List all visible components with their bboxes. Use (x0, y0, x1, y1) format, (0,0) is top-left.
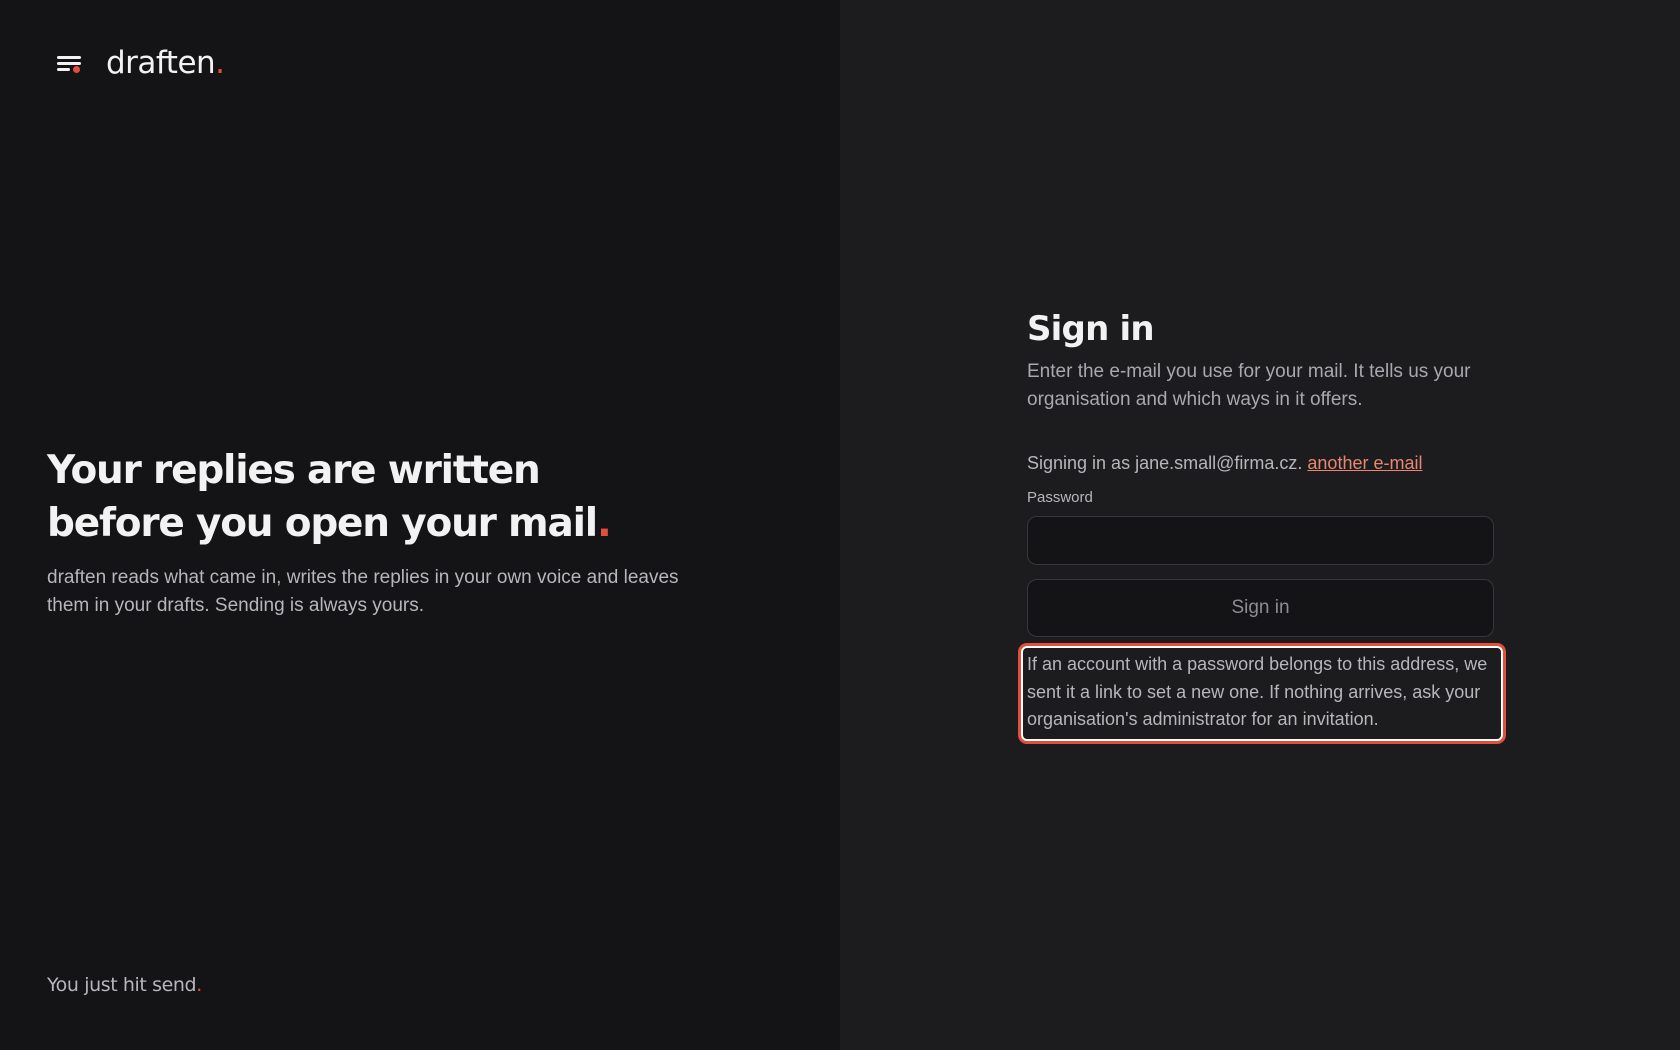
another-email-link[interactable]: another e-mail (1307, 453, 1422, 473)
password-label: Password (1027, 489, 1093, 506)
password-reset-notice: If an account with a password belongs to… (1021, 646, 1503, 740)
password-input[interactable] (1027, 516, 1494, 565)
signin-panel: Sign in Enter the e-mail you use for you… (840, 0, 1680, 1050)
brand[interactable]: draften. (56, 48, 225, 79)
signin-description: Enter the e-mail you use for your mail. … (1027, 361, 1471, 410)
signing-in-as: Signing in as jane.small@firma.cz. anoth… (1027, 453, 1423, 473)
signin-form: Sign in Enter the e-mail you use for you… (1021, 308, 1503, 740)
sign-in-button[interactable]: Sign in (1027, 579, 1494, 637)
brand-logo-text: draften. (106, 45, 225, 81)
marketing-panel: draften. Your replies are written before… (0, 0, 840, 1050)
hero-title: Your replies are written before you open… (47, 448, 612, 546)
signin-title: Sign in (1027, 309, 1155, 349)
page: draften. Your replies are written before… (0, 0, 1680, 1050)
menu-icon[interactable] (56, 52, 84, 76)
footer-tagline: You just hit send. (47, 974, 202, 996)
hero-description: draften reads what came in, writes the r… (47, 567, 679, 616)
hero: Your replies are written before you open… (47, 444, 687, 620)
